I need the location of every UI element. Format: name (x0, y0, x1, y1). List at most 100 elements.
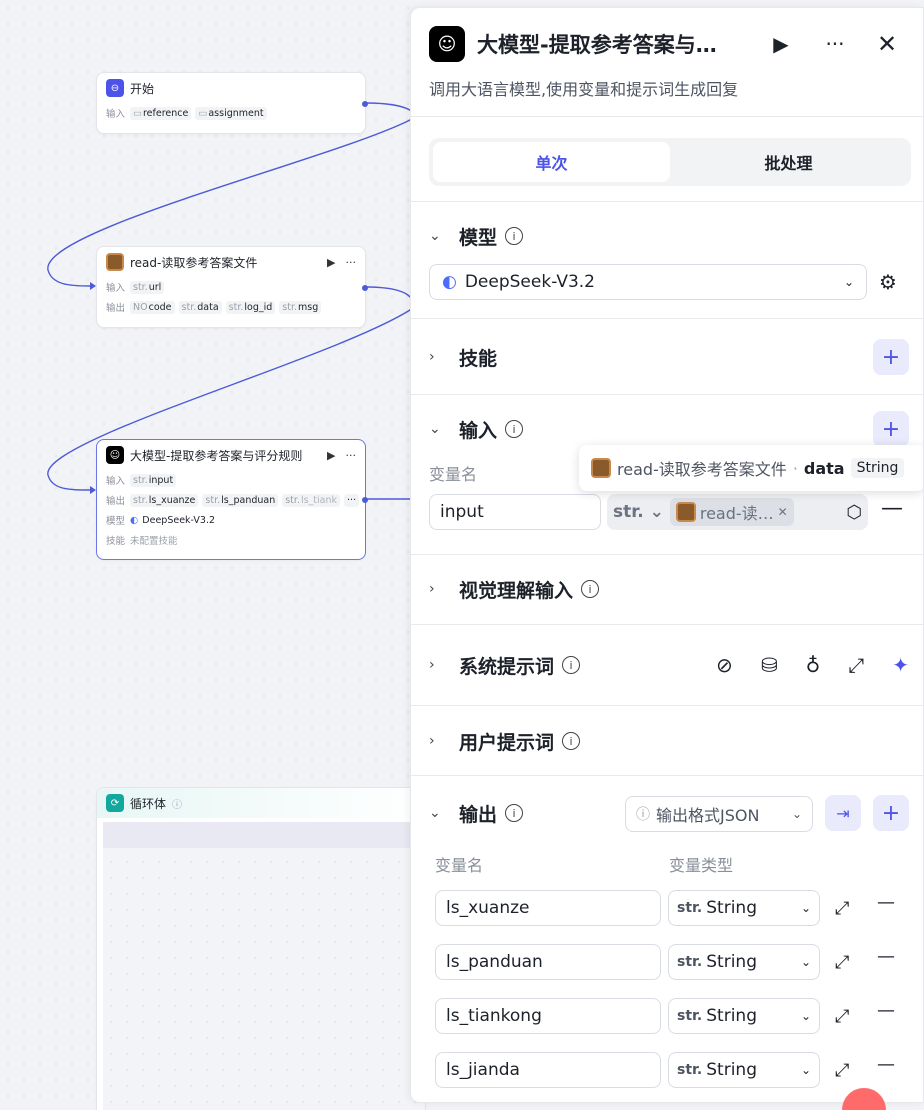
chevron-down-icon: ⌄ (800, 1009, 811, 1023)
loop-node-title: 循环体 (130, 796, 167, 811)
run-icon[interactable]: ▶ (763, 32, 799, 56)
chevron-down-icon: ⌄ (791, 807, 802, 821)
more-outputs-badge[interactable]: ··· (344, 493, 360, 507)
book-icon (591, 458, 611, 478)
expand-icon[interactable]: ⤢ (835, 1060, 849, 1081)
read-inputs-label: 输入 (106, 283, 126, 294)
run-icon[interactable]: ▶ (327, 256, 335, 269)
more-icon[interactable]: ··· (817, 32, 853, 56)
add-skill-button[interactable]: + (873, 339, 909, 375)
start-input-assignment: ▭assignment (195, 106, 267, 120)
var-type-select[interactable]: str. ⌄ (613, 502, 664, 522)
start-output-port[interactable] (362, 101, 368, 107)
remove-output-button[interactable]: — (877, 1054, 895, 1075)
tab-batch[interactable]: 批处理 (670, 142, 907, 182)
run-icon[interactable]: ▶ (327, 449, 335, 462)
divider (411, 554, 923, 555)
output-type-select[interactable]: str. String ⌄ (668, 944, 820, 980)
start-node-title: 开始 (130, 81, 155, 96)
chevron-down-icon: ⌄ (429, 421, 441, 437)
output-name-field[interactable]: ls_jianda (435, 1052, 661, 1088)
info-icon: ⓘ (172, 799, 183, 811)
close-icon[interactable]: ✕ (869, 30, 905, 58)
tooltip-separator: · (792, 458, 798, 478)
output-format-select[interactable]: ⓘ 输出格式JSON ⌄ (625, 796, 813, 832)
input-ref-selector[interactable]: str. ⌄ read-读… ✕ ⬡ (607, 494, 868, 530)
llm-output-port[interactable] (362, 497, 368, 503)
close-icon[interactable]: ✕ (778, 505, 788, 519)
vision-section-header[interactable]: › 视觉理解输入 i (429, 571, 909, 607)
llm-model-label: 模型 (106, 516, 126, 527)
skill-section-header[interactable]: › 技能 + (429, 339, 909, 375)
output-col-name: 变量名 (435, 856, 484, 875)
skill-section-title: 技能 (459, 347, 498, 370)
read-node-title: read-读取参考答案文件 (130, 255, 258, 270)
lightbulb-icon[interactable]: ♁ (806, 653, 821, 677)
compass-icon[interactable]: ⊘ (716, 653, 733, 677)
divider (411, 394, 923, 395)
gear-icon[interactable]: ⚙ (879, 270, 897, 294)
expand-icon[interactable]: ⤢ (835, 898, 849, 919)
loop-body-area[interactable] (103, 822, 425, 1110)
llm-node-title: 大模型-提取参考答案与评分规则 (130, 448, 303, 463)
input-section-title: 输入 (459, 419, 498, 442)
llm-node[interactable]: ☺ 大模型-提取参考答案与评分规则 ▶ ··· 输入 str.input 输出 … (96, 439, 368, 560)
remove-output-button[interactable]: — (877, 892, 895, 913)
output-name-field[interactable]: ls_panduan (435, 944, 661, 980)
add-output-button[interactable]: + (873, 795, 909, 831)
remove-output-button[interactable]: — (877, 946, 895, 967)
mode-tabs: 单次 批处理 (429, 138, 911, 186)
output-name-field[interactable]: ls_tiankong (435, 998, 661, 1034)
start-node[interactable]: ⊖ 开始 输入 ▭reference ▭assignment (96, 72, 368, 134)
model-select[interactable]: ◐ DeepSeek-V3.2 ⌄ (429, 264, 867, 300)
folder-icon: ▭ (133, 107, 142, 119)
loop-icon: ⟳ (106, 794, 124, 812)
ref-chip-label: read-读… (699, 504, 774, 523)
read-output-port[interactable] (362, 285, 368, 291)
model-select-value: DeepSeek-V3.2 (464, 272, 595, 292)
divider (411, 624, 923, 625)
output-type-select[interactable]: str. String ⌄ (668, 1052, 820, 1088)
input-section-header[interactable]: ⌄ 输入 i + (429, 411, 909, 447)
chevron-down-icon: ⌄ (800, 901, 811, 915)
loop-node[interactable]: ⟳ 循环体 ⓘ (96, 787, 426, 1110)
expand-icon[interactable]: ⤢ (835, 952, 849, 973)
info-icon: i (505, 804, 524, 822)
divider (411, 201, 923, 202)
expand-icon[interactable]: ⤢ (848, 653, 864, 677)
chevron-down-icon: ⌄ (843, 275, 854, 289)
remove-output-button[interactable]: — (877, 1000, 895, 1021)
user-prompt-section-header[interactable]: › 用户提示词 i (429, 723, 909, 759)
deepseek-icon: ◐ (442, 272, 457, 292)
more-icon[interactable]: ··· (346, 256, 357, 269)
llm-model-value: DeepSeek-V3.2 (142, 514, 216, 526)
ref-chip[interactable]: read-读… ✕ (669, 498, 794, 526)
tooltip-field: data (803, 458, 845, 478)
read-node[interactable]: read-读取参考答案文件 ▶ ··· 输入 str.url 输出 NOcode… (96, 246, 368, 328)
system-prompt-section-title: 系统提示词 (459, 655, 555, 678)
output-type-select[interactable]: str. String ⌄ (668, 998, 820, 1034)
add-input-button[interactable]: + (873, 411, 909, 447)
chevron-down-icon: ⌄ (429, 805, 441, 821)
chevron-right-icon: › (429, 581, 435, 597)
read-input-url: str.url (130, 280, 165, 294)
panel-title[interactable]: 大模型-提取参考答案与… (477, 29, 763, 59)
remove-input-button[interactable]: — (881, 496, 903, 521)
more-icon[interactable]: ··· (346, 449, 357, 462)
library-icon[interactable]: ⛁ (761, 653, 778, 677)
info-icon: i (581, 580, 600, 598)
variable-picker-icon[interactable]: ⬡ (846, 502, 862, 523)
model-section-header[interactable]: ⌄ 模型 i (429, 218, 909, 254)
input-var-name-field[interactable]: input (429, 494, 601, 530)
import-output-button[interactable]: ⇥ (825, 795, 861, 831)
ai-sparkle-icon[interactable]: ✦ (892, 653, 909, 677)
llm-skill-value: 未配置技能 (130, 536, 178, 547)
info-icon: i (562, 732, 581, 750)
expand-icon[interactable]: ⤢ (835, 1006, 849, 1027)
input-var-name-label: 变量名 (429, 465, 478, 484)
system-prompt-section-header[interactable]: › 系统提示词 i ⊘ ⛁ ♁ ⤢ ✦ (429, 647, 909, 683)
tab-single[interactable]: 单次 (433, 142, 670, 182)
output-name-field[interactable]: ls_xuanze (435, 890, 661, 926)
chevron-down-icon: ⌄ (429, 228, 441, 244)
output-type-select[interactable]: str. String ⌄ (668, 890, 820, 926)
